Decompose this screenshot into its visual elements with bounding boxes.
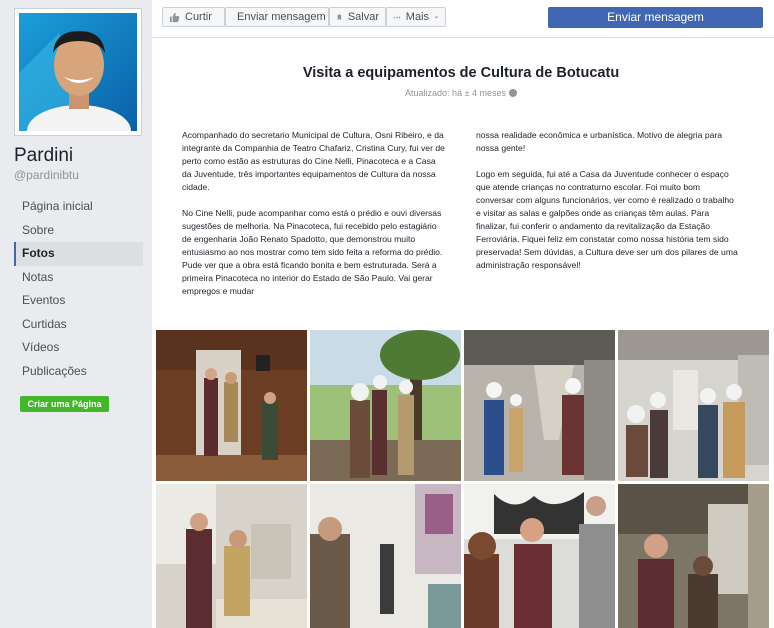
like-button[interactable]: Curtir [162,7,225,27]
page-name[interactable]: Pardini [14,145,73,167]
page-nav: Página inicial Sobre Fotos Notas Eventos… [14,195,143,383]
photo-construction-helmets[interactable] [618,330,769,481]
photo-image [464,330,615,481]
note-updated-text: Atualizado: há ± 4 meses [405,88,506,98]
message-button-label: Enviar mensagem [237,11,326,23]
nav-item-notes[interactable]: Notas [14,266,143,290]
photo-gallery-paintings[interactable] [310,484,461,628]
photo-mural-conversation[interactable] [464,484,615,628]
nav-item-photos[interactable]: Fotos [14,242,143,266]
chevron-down-icon [434,16,439,18]
more-button[interactable]: Mais [386,7,446,27]
note-body-left: Acompanhado do secretario Municipal de C… [182,129,445,311]
photo-corridor-construction[interactable] [464,330,615,481]
note-updated: Atualizado: há ± 4 meses [152,88,770,98]
note-paragraph: No Cine Nelli, pude acompanhar como está… [182,208,443,296]
note-paragraph: nossa realidade econômica e urbanística.… [476,130,723,153]
nav-item-about[interactable]: Sobre [14,219,143,243]
page-handle: @pardinibtu [14,168,79,182]
save-button-label: Salvar [347,11,379,23]
nav-item-events[interactable]: Eventos [14,289,143,313]
page-action-bar: Curtir Enviar mensagem Salvar Mais Envia… [152,0,774,38]
message-button[interactable]: Enviar mensagem [225,7,329,27]
globe-icon [509,89,517,97]
photo-pinacoteca-exterior[interactable] [310,330,461,481]
save-button[interactable]: Salvar [329,7,386,27]
profile-photo-image [19,13,137,131]
photo-image [156,484,307,628]
more-button-label: Mais [405,11,430,23]
nav-item-likes[interactable]: Curtidas [14,313,143,337]
nav-item-home[interactable]: Página inicial [14,195,143,219]
photo-cine-nelli[interactable] [156,330,307,481]
photo-plans-table[interactable] [156,484,307,628]
photo-image [310,484,461,628]
left-sidebar: Pardini @pardinibtu Página inicial Sobre… [0,0,152,628]
nav-item-videos[interactable]: Vídeos [14,336,143,360]
photo-image [618,484,769,628]
like-button-label: Curtir [185,11,212,23]
photo-image [618,330,769,481]
note-body-right: nossa realidade econômica e urbanística.… [476,129,739,285]
photo-image [156,330,307,481]
send-message-button[interactable]: Enviar mensagem [548,7,763,28]
create-page-button[interactable]: Criar uma Página [20,396,109,412]
photo-railway-station[interactable] [618,484,769,628]
more-dots-icon [393,16,401,18]
note-paragraph: Acompanhado do secretario Municipal de C… [182,130,445,192]
profile-picture[interactable] [14,8,142,136]
note-paragraph: Logo em seguida, fui até a Casa da Juven… [476,169,738,270]
photo-image [310,330,461,481]
photo-image [464,484,615,628]
nav-item-posts[interactable]: Publicações [14,360,143,384]
note-title: Visita a equipamentos de Cultura de Botu… [302,65,620,81]
thumbs-up-icon [169,12,180,22]
bookmark-icon [337,14,342,20]
